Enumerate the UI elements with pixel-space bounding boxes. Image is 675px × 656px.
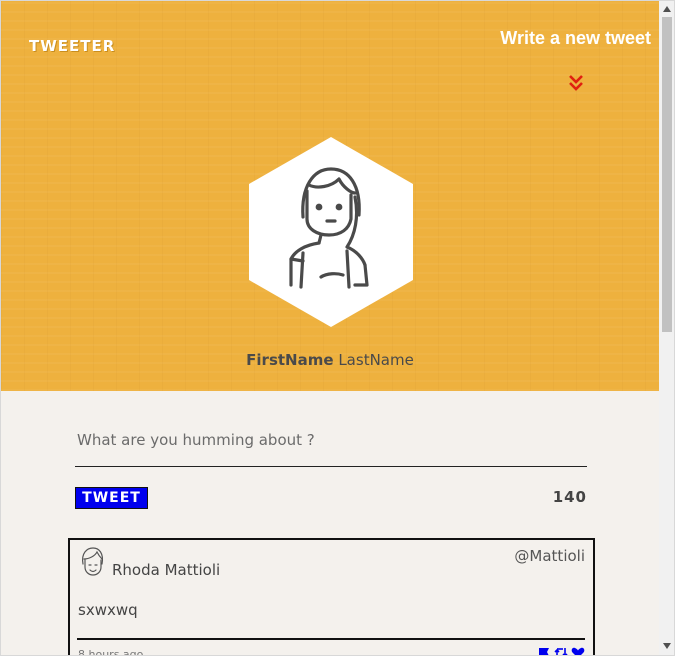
flag-icon[interactable] <box>538 647 551 656</box>
write-new-tweet-link[interactable]: Write a new tweet <box>500 28 651 49</box>
app-logo[interactable]: TWEETER <box>29 37 115 55</box>
heart-icon[interactable] <box>571 647 585 656</box>
tweet-text: sxwxwq <box>78 601 138 619</box>
profile-header: TWEETER Write a new tweet FirstName Last… <box>1 1 659 391</box>
tweet-button[interactable]: TWEET <box>75 487 148 509</box>
tweet-card: Rhoda Mattioli @Mattioli sxwxwq 8 hours … <box>68 538 595 656</box>
profile-first-name: FirstName <box>246 351 334 369</box>
scrollbar-thumb[interactable] <box>662 17 672 332</box>
scroll-up-arrow-icon[interactable] <box>663 5 671 13</box>
tweet-time: 8 hours ago <box>78 648 144 656</box>
profile-name: FirstName LastName <box>1 351 659 369</box>
scroll-down-arrow-icon[interactable] <box>663 642 671 650</box>
girl-avatar-icon <box>82 547 104 576</box>
card-divider <box>77 638 585 640</box>
tweet-actions <box>538 647 585 656</box>
character-counter: 140 <box>552 488 587 506</box>
double-chevron-down-icon[interactable] <box>567 73 585 93</box>
vertical-scrollbar[interactable] <box>659 1 674 655</box>
retweet-icon[interactable] <box>554 647 568 656</box>
profile-avatar <box>249 137 413 327</box>
tweet-author[interactable]: Rhoda Mattioli <box>112 561 220 579</box>
tweet-input[interactable] <box>75 413 587 467</box>
tweet-handle[interactable]: @Mattioli <box>514 547 585 565</box>
profile-last-name: LastName <box>338 351 414 369</box>
page: TWEETER Write a new tweet FirstName Last… <box>0 0 675 656</box>
